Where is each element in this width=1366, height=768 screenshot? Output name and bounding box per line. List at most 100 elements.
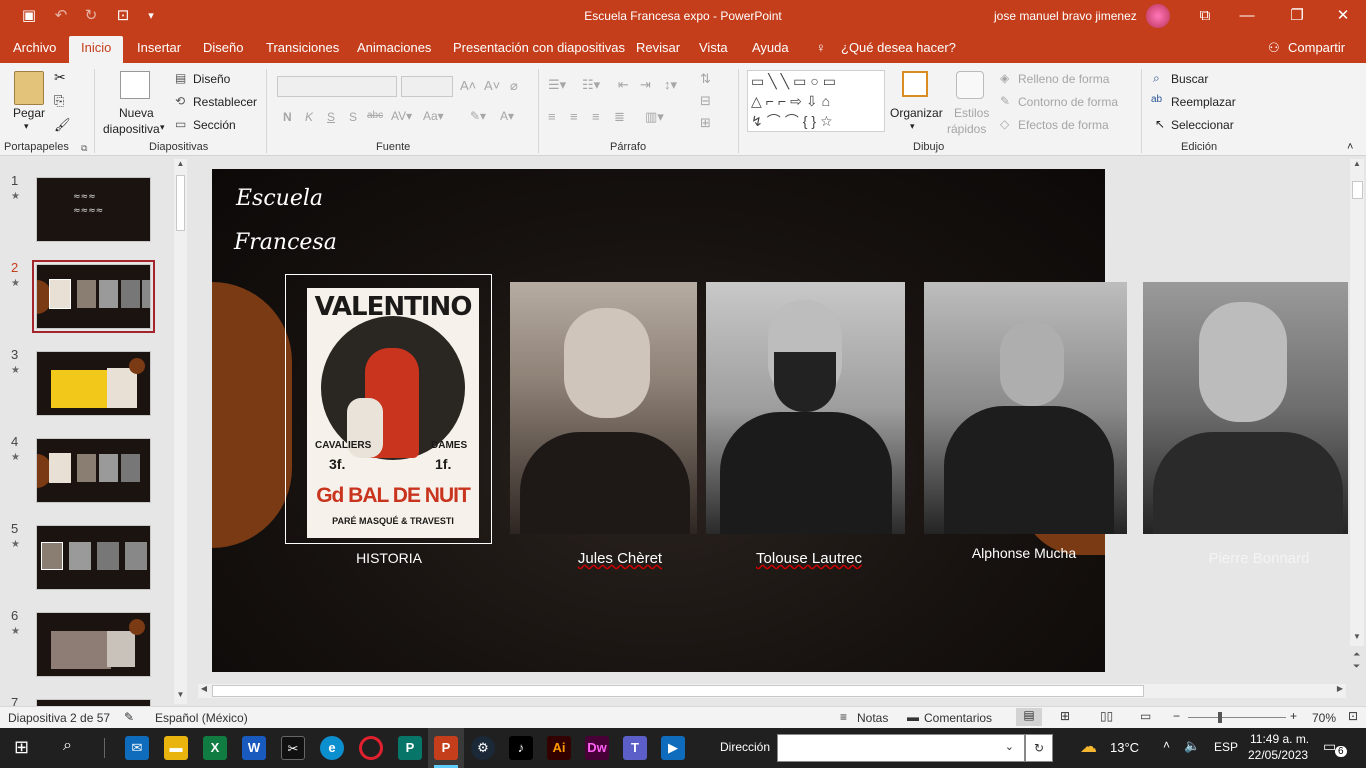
decrease-indent-icon[interactable]: ⇤ [618, 77, 629, 93]
slide-thumbnail-2[interactable] [32, 260, 155, 333]
opera-icon[interactable] [359, 736, 383, 760]
arrange-dropdown-icon[interactable]: ▾ [910, 121, 915, 132]
tab-archivo[interactable]: Archivo [13, 40, 56, 55]
tab-presentacion[interactable]: Presentación con diapositivas [453, 40, 625, 55]
valentino-poster[interactable]: VALENTINO CAVALIERS DAMES 3f. 1f. Gd BAL… [307, 288, 479, 538]
language-status[interactable]: Español (México) [155, 711, 248, 725]
clock-time[interactable]: 11:49 a. m. [1250, 732, 1309, 746]
tab-diseno[interactable]: Diseño [203, 40, 243, 55]
increase-indent-icon[interactable]: ⇥ [640, 77, 651, 93]
normal-view-icon[interactable]: ▤ [1016, 708, 1042, 726]
volume-icon[interactable]: 🔈 [1184, 738, 1200, 754]
scroll-left-icon[interactable]: ◀ [198, 684, 210, 698]
shrink-font-icon[interactable]: A˅ [484, 78, 500, 93]
clear-format-icon[interactable]: ⌀ [510, 78, 518, 94]
word-icon[interactable]: W [242, 736, 266, 760]
dreamweaver-icon[interactable]: Dw [585, 736, 609, 760]
thumbnails-scrollbar[interactable]: ▲ ▼ [174, 159, 187, 704]
shape-effects-button[interactable]: Efectos de forma [1018, 118, 1109, 132]
editor-vertical-scrollbar[interactable]: ▲ ▼ [1350, 159, 1364, 646]
minimize-icon[interactable]: — [1236, 6, 1258, 26]
address-input[interactable]: ⌄ [777, 734, 1025, 762]
font-size-select[interactable] [401, 76, 453, 97]
portrait-jules-cheret[interactable] [510, 282, 697, 534]
slide[interactable]: Escuela Francesa VALENTINO CAVALIERS DAM… [212, 169, 1348, 672]
bullets-icon[interactable]: ☰▾ [548, 77, 566, 93]
shape-fill-button[interactable]: Relleno de forma [1018, 72, 1109, 86]
zoom-level[interactable]: 70% [1312, 711, 1336, 725]
shapes-gallery[interactable]: ▭╲╲▭○▭ △⌐⌐⇨⇩⌂ ↯⌒⌒{}☆ [747, 70, 885, 132]
user-name[interactable]: jose manuel bravo jimenez [994, 9, 1137, 23]
tab-ayuda[interactable]: Ayuda [752, 40, 789, 55]
caption-alphonse-mucha[interactable]: Alphonse Mucha [952, 545, 1096, 561]
collapse-ribbon-icon[interactable]: ˄ [1347, 141, 1353, 153]
clock-date[interactable]: 22/05/2023 [1248, 748, 1308, 762]
tray-chevron-icon[interactable]: ˄ [1163, 738, 1170, 752]
zoom-slider-thumb[interactable] [1218, 712, 1222, 723]
arrange-icon[interactable] [902, 71, 928, 97]
caption-jules-cheret[interactable]: Jules Chèret [550, 550, 690, 567]
tab-animaciones[interactable]: Animaciones [357, 40, 431, 55]
paste-button[interactable]: Pegar [13, 106, 45, 120]
share-button[interactable]: Compartir [1288, 40, 1345, 55]
cut-icon[interactable]: ✂ [54, 69, 66, 86]
teams-icon[interactable]: T [623, 736, 647, 760]
ribbon-display-icon[interactable]: ⧉ [1194, 6, 1216, 26]
columns-icon[interactable]: ▥▾ [645, 109, 664, 125]
scroll-up-icon[interactable]: ▲ [1350, 159, 1364, 173]
line-spacing-icon[interactable]: ↕▾ [664, 77, 677, 93]
char-spacing-icon[interactable]: AV▾ [391, 109, 412, 123]
scroll-up-icon[interactable]: ▲ [174, 159, 187, 173]
tab-revisar[interactable]: Revisar [636, 40, 680, 55]
excel-icon[interactable]: X [203, 736, 227, 760]
tab-insertar[interactable]: Insertar [137, 40, 181, 55]
media-player-icon[interactable]: ▶ [661, 736, 685, 760]
capcut-icon[interactable]: ✂ [281, 736, 305, 760]
italic-button[interactable]: K [305, 110, 313, 124]
refresh-icon[interactable]: ↻ [1025, 734, 1053, 762]
scroll-thumb[interactable] [212, 685, 1144, 697]
notes-button[interactable]: Notas [857, 711, 888, 725]
new-slide-dropdown-icon[interactable]: ▾ [160, 122, 165, 133]
editor-horizontal-scrollbar[interactable]: ◀ ▶ [198, 684, 1346, 698]
grow-font-icon[interactable]: A˄ [460, 78, 476, 93]
search-icon[interactable]: ⌕ [63, 737, 72, 755]
slide-sorter-icon[interactable]: ⊞ [1060, 709, 1070, 723]
scroll-thumb[interactable] [176, 175, 185, 231]
powerpoint-icon[interactable]: P [434, 736, 458, 760]
replace-button[interactable]: Reemplazar [1171, 95, 1236, 109]
zoom-slider[interactable] [1188, 717, 1286, 718]
new-slide-label-1[interactable]: Nueva [119, 106, 154, 120]
format-painter-icon[interactable]: 🖌 [54, 117, 71, 133]
steam-icon[interactable]: ⚙ [471, 736, 495, 760]
shadow-button[interactable]: S [349, 110, 357, 124]
scroll-down-icon[interactable]: ▼ [174, 690, 187, 704]
scroll-right-icon[interactable]: ▶ [1334, 684, 1346, 698]
align-left-icon[interactable]: ≡ [548, 109, 556, 124]
smartart-icon[interactable]: ⊞ [700, 115, 711, 131]
close-icon[interactable]: ✕ [1332, 6, 1354, 26]
quick-styles-label-2[interactable]: rápidos [947, 122, 986, 136]
slide-thumbnail-7[interactable] [36, 699, 151, 706]
tab-inicio[interactable]: Inicio [69, 36, 124, 63]
caption-toulouse-lautrec[interactable]: Tolouse Lautrec [736, 550, 882, 567]
tell-me-search[interactable]: ¿Qué desea hacer? [841, 40, 956, 55]
file-explorer-icon[interactable]: ▬ [164, 736, 188, 760]
new-slide-icon[interactable] [120, 71, 150, 99]
layout-button[interactable]: Diseño [193, 72, 230, 86]
windows-start-icon[interactable]: ⊞ [14, 737, 29, 758]
prev-next-slide-icon[interactable]: ⏶ ⏷ [1353, 648, 1360, 672]
caption-historia[interactable]: HISTORIA [334, 550, 444, 566]
section-button[interactable]: Sección [193, 118, 236, 132]
scroll-thumb[interactable] [1352, 181, 1363, 199]
text-direction-icon[interactable]: ⇅ [700, 71, 711, 87]
slide-thumbnail-6[interactable] [36, 612, 151, 677]
maximize-icon[interactable]: ❐ [1286, 6, 1308, 26]
input-language[interactable]: ESP [1214, 740, 1238, 754]
new-slide-label-2[interactable]: diapositiva [103, 122, 160, 136]
fit-slide-icon[interactable]: ⊡ [1348, 709, 1358, 723]
shape-outline-button[interactable]: Contorno de forma [1018, 95, 1118, 109]
paste-icon[interactable] [14, 71, 44, 105]
zoom-in-icon[interactable]: + [1290, 709, 1297, 723]
bold-button[interactable]: N [283, 110, 292, 124]
